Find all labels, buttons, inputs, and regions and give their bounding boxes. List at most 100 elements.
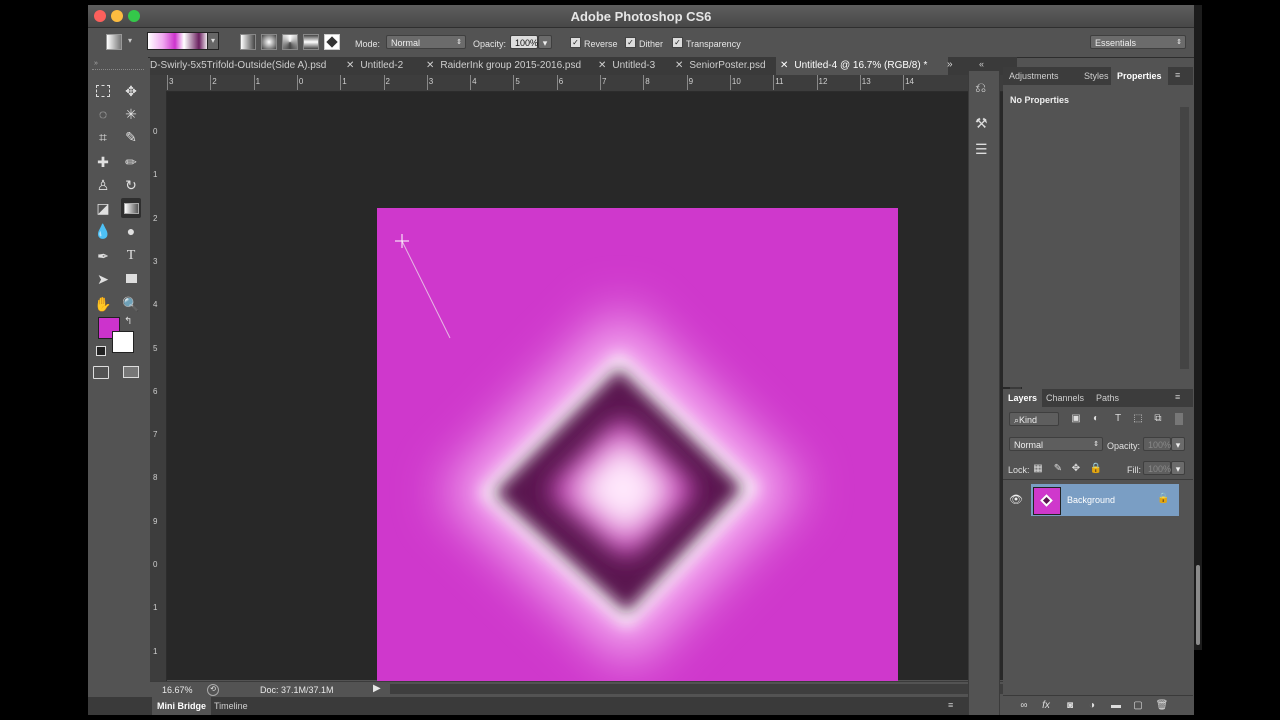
background-color-swatch[interactable]: [112, 331, 134, 353]
chevron-down-icon[interactable]: ▾: [128, 36, 132, 45]
delete-layer-icon[interactable]: 🗑: [1155, 700, 1169, 712]
blur-tool-icon[interactable]: 💧: [93, 221, 113, 241]
tab-paths[interactable]: Paths: [1096, 389, 1119, 407]
zoom-tool-icon[interactable]: 🔍: [121, 294, 141, 314]
more-tabs-icon[interactable]: »: [947, 59, 953, 70]
blend-mode-select[interactable]: Normal ⇕: [1009, 437, 1103, 451]
lasso-tool-icon[interactable]: ◌: [93, 104, 113, 124]
layer-opacity-dropdown[interactable]: ▾: [1171, 437, 1185, 451]
status-info-icon[interactable]: ⟲: [207, 684, 219, 696]
linear-gradient-button[interactable]: [240, 34, 256, 50]
eyedropper-tool-icon[interactable]: ✎: [121, 127, 141, 147]
swap-colors-icon[interactable]: ↰: [124, 316, 132, 327]
new-adjustment-icon[interactable]: ◑: [1085, 700, 1099, 712]
panel-menu-icon[interactable]: ≡: [1175, 392, 1180, 402]
collapse-strip-icon[interactable]: «: [979, 59, 984, 69]
dodge-tool-icon[interactable]: ●: [121, 221, 141, 241]
tab-styles[interactable]: Styles: [1084, 67, 1109, 85]
panel-menu-icon[interactable]: ≡: [1175, 70, 1180, 80]
type-tool-icon[interactable]: T: [121, 246, 141, 266]
tab-timeline[interactable]: Timeline: [214, 697, 248, 715]
tab-channels[interactable]: Channels: [1046, 389, 1084, 407]
eraser-tool-icon[interactable]: ◪: [93, 198, 113, 218]
tab-swirly[interactable]: D-Swirly-5x5Trifold-Outside(Side A).psd: [150, 57, 343, 75]
tab-untitled-4[interactable]: ✕ Untitled-4 @ 16.7% (RGB/8) *: [776, 57, 948, 75]
reverse-checkbox[interactable]: ✓: [570, 37, 581, 48]
brush-tool-icon[interactable]: ✏: [121, 152, 141, 172]
radial-gradient-button[interactable]: [261, 34, 277, 50]
tab-mini-bridge[interactable]: Mini Bridge: [152, 697, 211, 715]
tab-layers[interactable]: Layers: [1003, 389, 1043, 407]
outer-scroll-thumb[interactable]: [1196, 565, 1200, 645]
healing-brush-tool-icon[interactable]: ✚: [93, 152, 113, 172]
history-panel-icon[interactable]: ⎌: [975, 79, 986, 96]
dither-checkbox[interactable]: ✓: [625, 37, 636, 48]
new-group-icon[interactable]: ▬: [1109, 700, 1123, 712]
link-layers-icon[interactable]: ∞: [1017, 700, 1031, 712]
properties-scrollbar[interactable]: [1180, 107, 1189, 369]
tool-preset-picker[interactable]: [106, 34, 122, 50]
status-menu-arrow-icon[interactable]: ▶: [373, 683, 381, 694]
canvas-workspace[interactable]: [167, 92, 1022, 715]
smart-object-filter-icon[interactable]: ⧉: [1151, 413, 1165, 425]
close-icon[interactable]: ✕: [426, 60, 434, 71]
pixel-filter-icon[interactable]: ▣: [1069, 413, 1083, 425]
lock-all-icon[interactable]: 🔒: [1089, 463, 1103, 475]
magic-wand-tool-icon[interactable]: ✳: [121, 104, 141, 124]
panel-menu-icon[interactable]: ≡: [948, 700, 953, 710]
angle-gradient-button[interactable]: [282, 34, 298, 50]
layer-opacity-input[interactable]: 100%: [1143, 437, 1171, 451]
zoom-level[interactable]: 16.67%: [162, 685, 193, 695]
close-icon[interactable]: ✕: [780, 60, 788, 71]
tab-seniorposter[interactable]: ✕ SeniorPoster.psd: [675, 57, 775, 75]
tab-untitled-3[interactable]: ✕ Untitled-3: [598, 57, 678, 75]
transparency-checkbox[interactable]: ✓: [672, 37, 683, 48]
marquee-tool-icon[interactable]: [93, 81, 113, 101]
tool-presets-icon[interactable]: ⚒: [975, 115, 988, 132]
close-icon[interactable]: ✕: [598, 60, 606, 71]
adjustment-filter-icon[interactable]: ◐: [1089, 413, 1103, 425]
crop-tool-icon[interactable]: ⌗: [93, 127, 113, 147]
layer-name[interactable]: Background: [1067, 495, 1115, 505]
gradient-tool-icon[interactable]: [121, 198, 141, 218]
tab-properties[interactable]: Properties: [1111, 67, 1168, 85]
toolbox-grip[interactable]: [92, 69, 144, 72]
add-mask-icon[interactable]: ◙: [1063, 700, 1077, 712]
filter-toggle-switch[interactable]: [1175, 413, 1183, 425]
layer-filter-kind-select[interactable]: ⌕Kind: [1009, 412, 1059, 426]
opacity-dropdown[interactable]: ▾: [538, 35, 552, 49]
close-icon[interactable]: ✕: [346, 60, 354, 71]
reflected-gradient-button[interactable]: [303, 34, 319, 50]
tab-raiderink[interactable]: ✕ RaiderInk group 2015-2016.psd: [426, 57, 596, 75]
opacity-input[interactable]: 100%: [510, 35, 538, 49]
rectangle-tool-icon[interactable]: [121, 269, 141, 289]
diamond-gradient-button[interactable]: [324, 34, 340, 50]
fill-input[interactable]: 100%: [1143, 461, 1171, 475]
visibility-eye-icon[interactable]: 👁: [1009, 493, 1023, 506]
path-selection-tool-icon[interactable]: ➤: [93, 269, 113, 289]
tab-adjustments[interactable]: Adjustments: [1009, 67, 1059, 85]
lock-transparent-icon[interactable]: ▦: [1031, 463, 1045, 475]
layer-style-fx-icon[interactable]: fx: [1039, 700, 1053, 712]
gradient-editor-swatch[interactable]: [147, 32, 209, 50]
properties-sliders-icon[interactable]: ☰: [975, 141, 988, 158]
canvas-horizontal-scrollbar[interactable]: [390, 684, 1010, 694]
shape-filter-icon[interactable]: ⬚: [1131, 413, 1145, 425]
move-tool-icon[interactable]: ✥: [121, 81, 141, 101]
collapse-toolbox-icon[interactable]: »: [94, 60, 98, 67]
lock-image-icon[interactable]: ✎: [1051, 463, 1065, 475]
history-brush-tool-icon[interactable]: ↻: [121, 175, 141, 195]
tab-untitled-2[interactable]: ✕ Untitled-2: [346, 57, 426, 75]
close-icon[interactable]: ✕: [675, 60, 683, 71]
hand-tool-icon[interactable]: ✋: [93, 294, 113, 314]
gradient-picker-dropdown[interactable]: ▾: [207, 32, 219, 50]
mode-select[interactable]: Normal ⇕: [386, 35, 466, 49]
pen-tool-icon[interactable]: ✒: [93, 246, 113, 266]
default-colors-icon[interactable]: [96, 346, 106, 356]
fill-dropdown[interactable]: ▾: [1171, 461, 1185, 475]
new-layer-icon[interactable]: ▢: [1131, 700, 1145, 712]
document-canvas[interactable]: [377, 208, 898, 715]
lock-position-icon[interactable]: ✥: [1069, 463, 1083, 475]
screen-mode-icon[interactable]: [121, 362, 141, 382]
layer-row-background[interactable]: 👁 Background 🔒: [1003, 484, 1193, 516]
